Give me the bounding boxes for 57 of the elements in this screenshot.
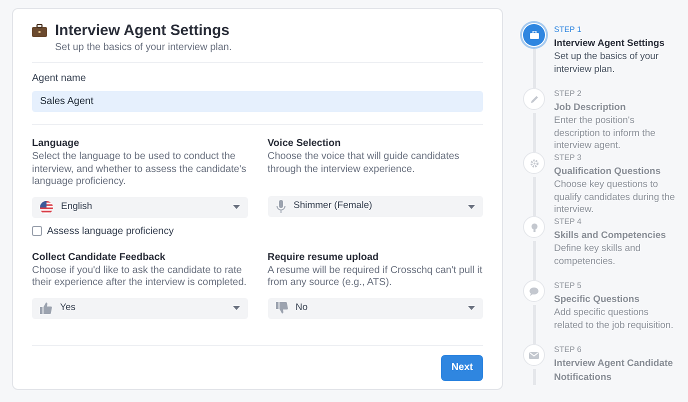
step-number: STEP 1 <box>554 24 582 36</box>
section-description: Choose the voice that will guide candidates through the interview experience. <box>268 151 460 176</box>
step-number: STEP 3 <box>554 152 582 164</box>
section-description: Choose if you'd like to ask the candidate to rate their experience after the interview is completed. <box>32 264 248 290</box>
pencil-icon <box>530 94 538 104</box>
step-description: Choose key questions to qualify candidates during the interview. <box>554 179 676 216</box>
step-indicator[interactable] <box>523 24 545 46</box>
step-number: STEP 4 <box>554 216 582 228</box>
flag-icon <box>40 200 53 214</box>
briefcase-icon <box>32 24 47 37</box>
envelope-icon <box>529 352 539 358</box>
lightbulb-icon <box>530 222 538 232</box>
next-button[interactable]: Next <box>441 354 483 380</box>
step-number: STEP 6 <box>554 344 582 356</box>
dropdown[interactable]: Yes <box>32 298 248 318</box>
step-number: STEP 5 <box>554 280 582 292</box>
step-title: Skills and Competencies <box>554 229 667 243</box>
section-title: Collect Candidate Feedback <box>32 250 166 264</box>
step-description: Enter the position's description to inform the interview agent. <box>554 115 656 152</box>
step-title: Interview Agent Candidate Notifications <box>554 357 674 385</box>
step-number: STEP 2 <box>554 88 582 100</box>
thumbs-down-icon <box>276 302 288 314</box>
section-description: Select the language to be used to conduct the interview, and whether to assess the candidate's language proficiency. <box>32 151 248 188</box>
step-indicator[interactable] <box>523 216 545 238</box>
checkbox-label: Assess language proficiency <box>47 224 174 238</box>
step-title: Job Description <box>554 101 627 115</box>
section-description: A resume will be required if Crosschq can't pull it from any source (e.g., ATS). <box>268 264 483 290</box>
briefcase-icon <box>530 31 538 39</box>
step-title: Interview Agent Settings <box>554 37 666 51</box>
step-description: Set up the basics of your interview plan. <box>554 51 660 76</box>
step-indicator[interactable] <box>523 344 545 366</box>
checkbox[interactable] <box>32 226 42 236</box>
step-indicator[interactable] <box>523 280 545 302</box>
section-title: Require resume upload <box>268 250 380 264</box>
caret-icon <box>468 204 475 208</box>
page-subtitle: Set up the basics of your interview plan. <box>55 41 232 55</box>
caret-icon <box>232 306 240 310</box>
caret-icon <box>468 306 475 310</box>
step-title: Qualification Questions <box>554 165 662 179</box>
dropdown[interactable]: Shimmer (Female) <box>268 196 483 217</box>
step-description: Define key skills and competencies. <box>554 243 642 268</box>
step-indicator[interactable] <box>523 152 545 174</box>
gear-icon <box>530 158 538 168</box>
section-title: Voice Selection <box>268 137 342 150</box>
section-title: Language <box>32 137 80 150</box>
dropdown[interactable]: English <box>32 196 248 218</box>
thumbs-up-icon <box>40 302 52 314</box>
agent-name-field[interactable]: Sales Agent <box>32 91 483 112</box>
dropdown[interactable]: No <box>268 298 483 318</box>
chat-bubble-icon <box>529 286 539 296</box>
step-indicator[interactable] <box>523 88 545 110</box>
microphone-icon <box>276 200 286 213</box>
step-description: Add specific questions related to the job requisition. <box>554 307 674 332</box>
caret-icon <box>232 205 240 209</box>
step-title: Specific Questions <box>554 293 641 307</box>
page-title: Interview Agent Settings <box>55 21 230 41</box>
field-label: Agent name <box>32 72 87 86</box>
